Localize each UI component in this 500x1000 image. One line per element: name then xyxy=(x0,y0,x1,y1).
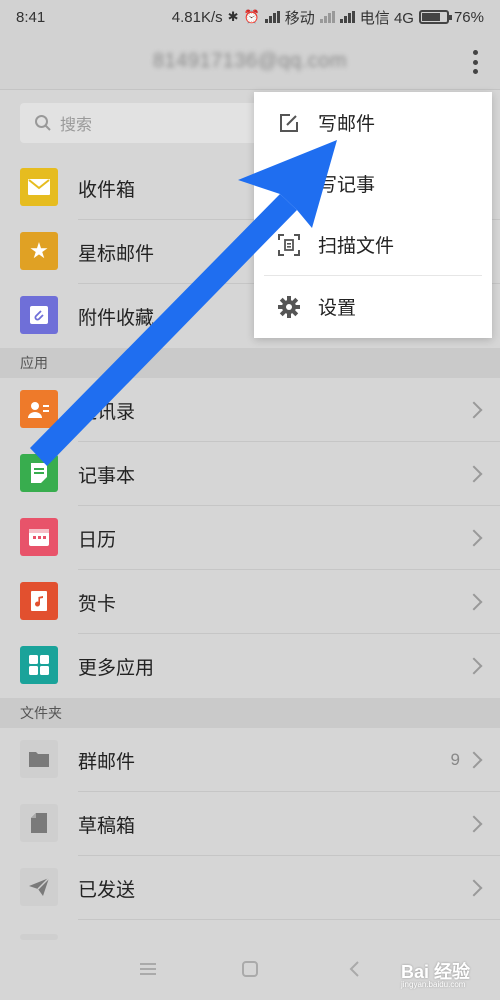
signal-icon xyxy=(319,11,335,23)
compose-icon xyxy=(278,112,300,134)
menu-icon[interactable] xyxy=(140,962,156,976)
bluetooth-icon: ✱ xyxy=(227,9,239,24)
menu-item-compose[interactable]: 写邮件 xyxy=(254,92,492,153)
status-time: 8:41 xyxy=(16,8,46,26)
calendar-icon xyxy=(20,518,58,556)
folder-sent[interactable]: 已发送 xyxy=(0,856,500,920)
chevron-right-icon xyxy=(465,529,483,547)
app-contacts[interactable]: 通讯录 xyxy=(0,378,500,442)
unread-count: 9 xyxy=(450,750,460,769)
app-more[interactable]: 更多应用 xyxy=(0,634,500,698)
folder-label: 已发送 xyxy=(78,879,136,901)
app-label: 记事本 xyxy=(78,465,136,487)
more-options-icon[interactable] xyxy=(472,50,478,74)
chevron-right-icon xyxy=(465,751,483,769)
section-title: 文件夹 xyxy=(20,705,62,721)
app-label: 更多应用 xyxy=(78,657,155,679)
app-label: 日历 xyxy=(78,529,117,551)
send-icon xyxy=(20,868,58,906)
section-folders: 文件夹 xyxy=(0,698,500,728)
card-icon xyxy=(20,582,58,620)
home-icon[interactable] xyxy=(242,961,258,977)
folder-next-partial[interactable] xyxy=(0,920,500,940)
plus-icon xyxy=(278,173,300,195)
chevron-right-icon xyxy=(465,401,483,419)
contacts-icon xyxy=(20,390,58,428)
chevron-right-icon xyxy=(465,657,483,675)
app-card[interactable]: 贺卡 xyxy=(0,570,500,634)
section-title: 应用 xyxy=(20,355,48,371)
account-email: 814917136@qq.com xyxy=(153,50,347,72)
search-icon xyxy=(35,115,51,131)
watermark-logo: Bai 经验 jingyan.baidu.com xyxy=(401,958,470,989)
chevron-right-icon xyxy=(465,593,483,611)
signal-icon xyxy=(339,11,355,23)
alarm-icon: ⏰ xyxy=(243,9,260,24)
carrier-2: 电信 4G xyxy=(359,9,414,27)
battery-icon xyxy=(418,10,452,24)
app-label: 贺卡 xyxy=(78,593,117,615)
app-header: 814917136@qq.com xyxy=(0,34,500,90)
notepad-icon xyxy=(20,454,58,492)
chevron-right-icon xyxy=(465,815,483,833)
draft-icon xyxy=(20,804,58,842)
star-icon: ★ xyxy=(20,232,58,270)
status-bar: 8:41 4.81K/s ✱ ⏰ 移动 电信 4G 76% xyxy=(0,0,500,34)
mailbox-label: 附件收藏 xyxy=(78,307,155,329)
signal-icon xyxy=(264,11,280,23)
section-apps: 应用 xyxy=(0,348,500,378)
menu-label: 扫描文件 xyxy=(318,236,395,257)
chevron-right-icon xyxy=(465,465,483,483)
grid-icon xyxy=(20,646,58,684)
menu-item-new-note[interactable]: 写记事 xyxy=(254,153,492,214)
gear-icon xyxy=(278,295,300,318)
scan-icon xyxy=(278,233,300,256)
mailbox-label: 收件箱 xyxy=(78,179,136,201)
menu-label: 写邮件 xyxy=(318,114,376,135)
mailbox-label: 星标邮件 xyxy=(78,243,155,265)
chevron-right-icon xyxy=(465,879,483,897)
inbox-icon xyxy=(20,168,58,206)
folder-group-mail[interactable]: 群邮件 9 xyxy=(0,728,500,792)
attachment-icon xyxy=(20,296,58,334)
network-speed: 4.81K/s xyxy=(171,8,223,26)
watermark-url: jingyan.baidu.com xyxy=(400,980,466,989)
folder-label: 群邮件 xyxy=(78,751,136,773)
back-icon[interactable] xyxy=(348,961,360,977)
app-label: 通讯录 xyxy=(78,401,136,423)
battery-level: 76% xyxy=(453,8,484,26)
folder-icon xyxy=(20,740,58,778)
app-notepad[interactable]: 记事本 xyxy=(0,442,500,506)
menu-item-scan[interactable]: 扫描文件 xyxy=(254,214,492,275)
menu-label: 写记事 xyxy=(318,175,376,196)
popup-menu: 写邮件 写记事 扫描文件 设置 xyxy=(254,92,492,338)
search-placeholder: 搜索 xyxy=(60,117,93,134)
carrier-1: 移动 xyxy=(284,9,315,27)
folder-drafts[interactable]: 草稿箱 xyxy=(0,792,500,856)
menu-label: 设置 xyxy=(318,298,357,319)
folder-label: 草稿箱 xyxy=(78,815,136,837)
menu-item-settings[interactable]: 设置 xyxy=(254,276,492,337)
app-calendar[interactable]: 日历 xyxy=(0,506,500,570)
